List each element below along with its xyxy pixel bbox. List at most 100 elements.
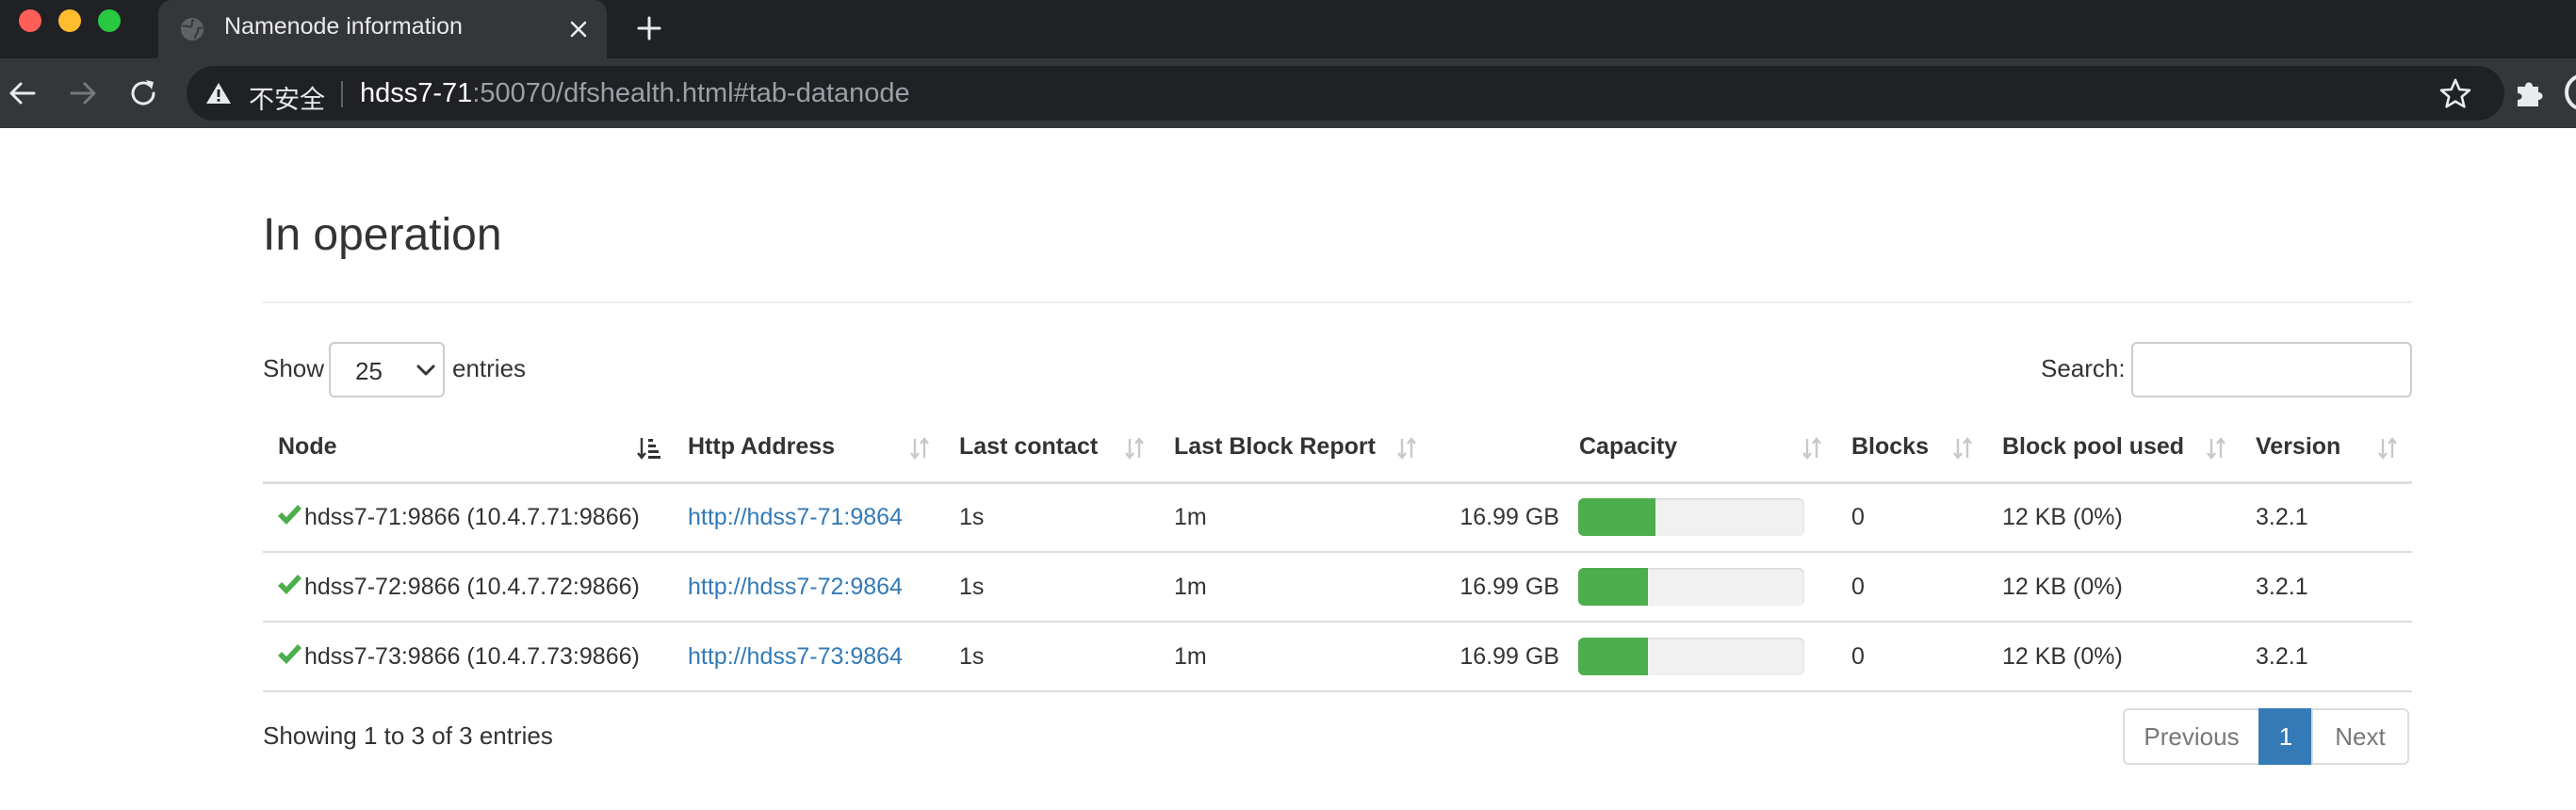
header-label: Blocks (1851, 432, 1929, 460)
capacity-bar (1578, 498, 1804, 537)
sort-ascending-icon (637, 438, 660, 460)
search-input[interactable] (2131, 342, 2412, 397)
node-name: hdss7-71:9866 (10.4.7.71:9866) (304, 504, 640, 531)
header-label: Node (278, 432, 337, 460)
sort-icon (2207, 437, 2225, 460)
capacity-value: 16.99 GB (1459, 642, 1559, 670)
extensions-puzzle-icon[interactable] (2512, 75, 2548, 111)
header-blocks[interactable]: Blocks (1836, 413, 1987, 484)
last-block-report-cell: 1m (1159, 622, 1431, 692)
page-title: In operation (263, 210, 502, 260)
table-row: hdss7-71:9866 (10.4.7.71:9866) http://hd… (263, 482, 2412, 553)
header-capacity[interactable]: Capacity (1431, 413, 1836, 484)
capacity-cell: 16.99 GB (1431, 482, 1836, 553)
last-block-report-cell: 1m (1159, 482, 1431, 553)
page-length-select[interactable]: 25 (329, 342, 445, 397)
capacity-bar-fill (1578, 568, 1649, 606)
header-http-address[interactable]: Http Address (673, 413, 944, 484)
next-button[interactable]: Next (2311, 708, 2409, 765)
header-block-pool-used[interactable]: Block pool used (1987, 413, 2241, 484)
close-tab-icon[interactable] (562, 12, 595, 46)
page-length-value: 25 (355, 357, 383, 385)
show-label: Show (263, 354, 325, 382)
http-address-link[interactable]: http://hdss7-71:9864 (688, 504, 903, 530)
last-contact-cell: 1s (944, 622, 1159, 692)
sort-icon (1397, 437, 1416, 460)
capacity-value: 16.99 GB (1459, 503, 1559, 530)
http-address-cell: http://hdss7-72:9864 (673, 552, 944, 623)
address-separator (341, 81, 343, 107)
search-label: Search: (2041, 354, 2126, 382)
sort-icon (1802, 437, 1821, 460)
globe-icon (181, 18, 204, 40)
browser-toolbar: 不安全 hdss7-71:50070/dfshealth.html#tab-da… (0, 58, 2576, 128)
blocks-cell: 0 (1836, 622, 1987, 692)
check-icon (278, 644, 302, 664)
header-label: Last Block Report (1174, 432, 1376, 460)
table-row: hdss7-72:9866 (10.4.7.72:9866) http://hd… (263, 552, 2412, 623)
pagination: Previous 1 Next (2123, 708, 2409, 765)
page-1-button[interactable]: 1 (2258, 708, 2313, 765)
entries-label: entries (452, 354, 527, 382)
back-icon[interactable] (4, 74, 41, 112)
blocks-cell: 0 (1836, 552, 1987, 623)
table-info: Showing 1 to 3 of 3 entries (263, 721, 553, 750)
forward-icon[interactable] (64, 74, 102, 112)
http-address-cell: http://hdss7-73:9864 (673, 622, 944, 692)
http-address-link[interactable]: http://hdss7-73:9864 (688, 643, 903, 670)
node-cell: hdss7-71:9866 (10.4.7.71:9866) (263, 482, 673, 553)
header-last-contact[interactable]: Last contact (944, 413, 1159, 484)
header-label: Version (2256, 432, 2341, 460)
check-icon (278, 575, 302, 594)
bookmark-star-icon[interactable] (2437, 75, 2474, 113)
node-name: hdss7-73:9866 (10.4.7.73:9866) (304, 643, 640, 670)
check-icon (278, 505, 302, 526)
block-pool-used-cell: 12 KB (0%) (1987, 622, 2241, 692)
node-name: hdss7-72:9866 (10.4.7.72:9866) (304, 574, 640, 600)
sort-icon (2378, 437, 2397, 460)
header-label: Block pool used (2002, 432, 2185, 460)
capacity-bar (1578, 638, 1804, 675)
previous-button[interactable]: Previous (2123, 708, 2260, 765)
block-pool-used-cell: 12 KB (0%) (1987, 482, 2241, 553)
address-bar[interactable]: 不安全 hdss7-71:50070/dfshealth.html#tab-da… (187, 66, 2504, 121)
sort-icon (1953, 437, 1972, 460)
node-cell: hdss7-72:9866 (10.4.7.72:9866) (263, 552, 673, 623)
capacity-cell: 16.99 GB (1431, 552, 1836, 623)
url-path: :50070/dfshealth.html#tab-datanode (472, 78, 910, 108)
sort-icon (1125, 437, 1144, 460)
block-pool-used-cell: 12 KB (0%) (1987, 552, 2241, 623)
tab-title: Namenode information (224, 13, 463, 40)
header-version[interactable]: Version (2241, 413, 2412, 484)
capacity-cell: 16.99 GB (1431, 622, 1836, 692)
table-row: hdss7-73:9866 (10.4.7.73:9866) http://hd… (263, 622, 2412, 692)
security-label[interactable]: 不安全 (249, 79, 325, 116)
header-node[interactable]: Node (263, 413, 673, 484)
capacity-bar-fill (1578, 498, 1655, 537)
chevron-down-icon (416, 364, 435, 376)
header-label: Http Address (688, 432, 836, 460)
last-contact-cell: 1s (944, 552, 1159, 623)
browser-tab[interactable]: Namenode information (158, 0, 607, 58)
version-cell: 3.2.1 (2241, 622, 2412, 692)
version-cell: 3.2.1 (2241, 482, 2412, 553)
http-address-link[interactable]: http://hdss7-72:9864 (688, 574, 903, 600)
warning-icon[interactable] (205, 81, 232, 105)
header-last-block-report[interactable]: Last Block Report (1159, 413, 1431, 484)
close-window-button[interactable] (19, 9, 41, 32)
reload-icon[interactable] (124, 74, 162, 112)
table-header-row: Node Http Address Last contact Last Bloc… (263, 413, 2412, 484)
last-contact-cell: 1s (944, 482, 1159, 553)
url-text[interactable]: hdss7-71:50070/dfshealth.html#tab-datano… (360, 78, 910, 109)
minimize-window-button[interactable] (58, 9, 81, 32)
url-host: hdss7-71 (360, 78, 473, 108)
maximize-window-button[interactable] (98, 9, 121, 32)
title-divider (263, 301, 2412, 303)
blocks-cell: 0 (1836, 482, 1987, 553)
capacity-value: 16.99 GB (1459, 573, 1559, 600)
header-label: Capacity (1579, 432, 1678, 460)
browser-tab-bar: Namenode information (0, 0, 2576, 58)
version-cell: 3.2.1 (2241, 552, 2412, 623)
http-address-cell: http://hdss7-71:9864 (673, 482, 944, 553)
new-tab-icon[interactable] (631, 10, 667, 46)
